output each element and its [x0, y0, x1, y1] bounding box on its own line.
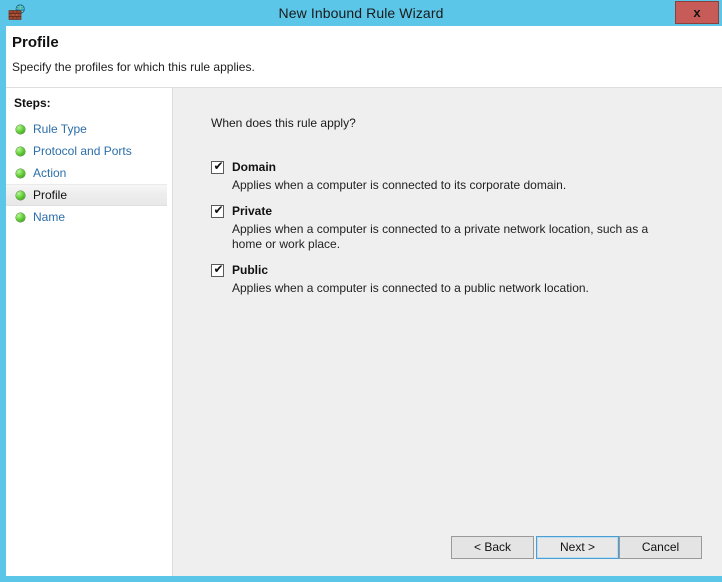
option-label: Public [232, 263, 269, 277]
sidebar-item-label: Protocol and Ports [33, 144, 132, 158]
option-label: Domain [232, 160, 277, 174]
step-bullet-icon [16, 190, 25, 200]
steps-sidebar: Steps: Rule Type Protocol and Ports Acti… [6, 88, 173, 576]
sidebar-item-name[interactable]: Name [6, 206, 172, 228]
option-public[interactable]: ✔ Public [211, 263, 681, 277]
step-bullet-icon [16, 124, 25, 134]
sidebar-item-label: Profile [33, 188, 68, 202]
sidebar-item-action[interactable]: Action [6, 162, 172, 184]
close-button[interactable]: x [675, 1, 719, 24]
step-bullet-icon [16, 212, 25, 222]
page-subtitle: Specify the profiles for which this rule… [12, 60, 255, 74]
window-title: New Inbound Rule Wizard [278, 5, 444, 21]
wizard-header: Profile Specify the profiles for which t… [6, 26, 722, 88]
page-title: Profile [12, 34, 59, 51]
option-private[interactable]: ✔ Private [211, 204, 681, 218]
sidebar-item-rule-type[interactable]: Rule Type [6, 118, 172, 140]
prompt-text: When does this rule apply? [211, 116, 356, 130]
title-bar: New Inbound Rule Wizard x [0, 0, 722, 26]
option-description: Applies when a computer is connected to … [232, 222, 649, 251]
sidebar-item-label: Rule Type [33, 122, 87, 136]
option-description: Applies when a computer is connected to … [232, 178, 567, 192]
checkbox-private[interactable]: ✔ [211, 203, 224, 218]
next-button[interactable]: Next > [536, 536, 619, 559]
wizard-body: Steps: Rule Type Protocol and Ports Acti… [6, 88, 722, 576]
cancel-button[interactable]: Cancel [619, 536, 702, 559]
sidebar-item-protocol-and-ports[interactable]: Protocol and Ports [6, 140, 172, 162]
option-domain[interactable]: ✔ Domain [211, 160, 681, 174]
checkbox-public[interactable]: ✔ [211, 262, 224, 277]
check-icon: ✔ [213, 262, 224, 276]
option-description: Applies when a computer is connected to … [232, 281, 589, 295]
check-icon: ✔ [213, 159, 224, 173]
checkbox-domain[interactable]: ✔ [211, 159, 224, 174]
sidebar-item-label: Name [33, 210, 66, 224]
check-icon: ✔ [213, 203, 224, 217]
steps-list: Rule Type Protocol and Ports Action Prof… [6, 118, 172, 228]
option-label: Private [232, 204, 273, 218]
steps-heading: Steps: [14, 96, 51, 110]
step-bullet-icon [16, 146, 25, 156]
wizard-footer: < Back Next > Cancel [173, 528, 722, 576]
step-bullet-icon [16, 168, 25, 178]
sidebar-item-label: Action [33, 166, 67, 180]
wizard-window: New Inbound Rule Wizard x Profile Specif… [0, 0, 722, 582]
main-panel: When does this rule apply? ✔ Domain Appl… [173, 88, 722, 576]
profile-options: ✔ Domain Applies when a computer is conn… [211, 160, 681, 307]
back-button[interactable]: < Back [451, 536, 534, 559]
sidebar-item-profile[interactable]: Profile [6, 184, 167, 206]
